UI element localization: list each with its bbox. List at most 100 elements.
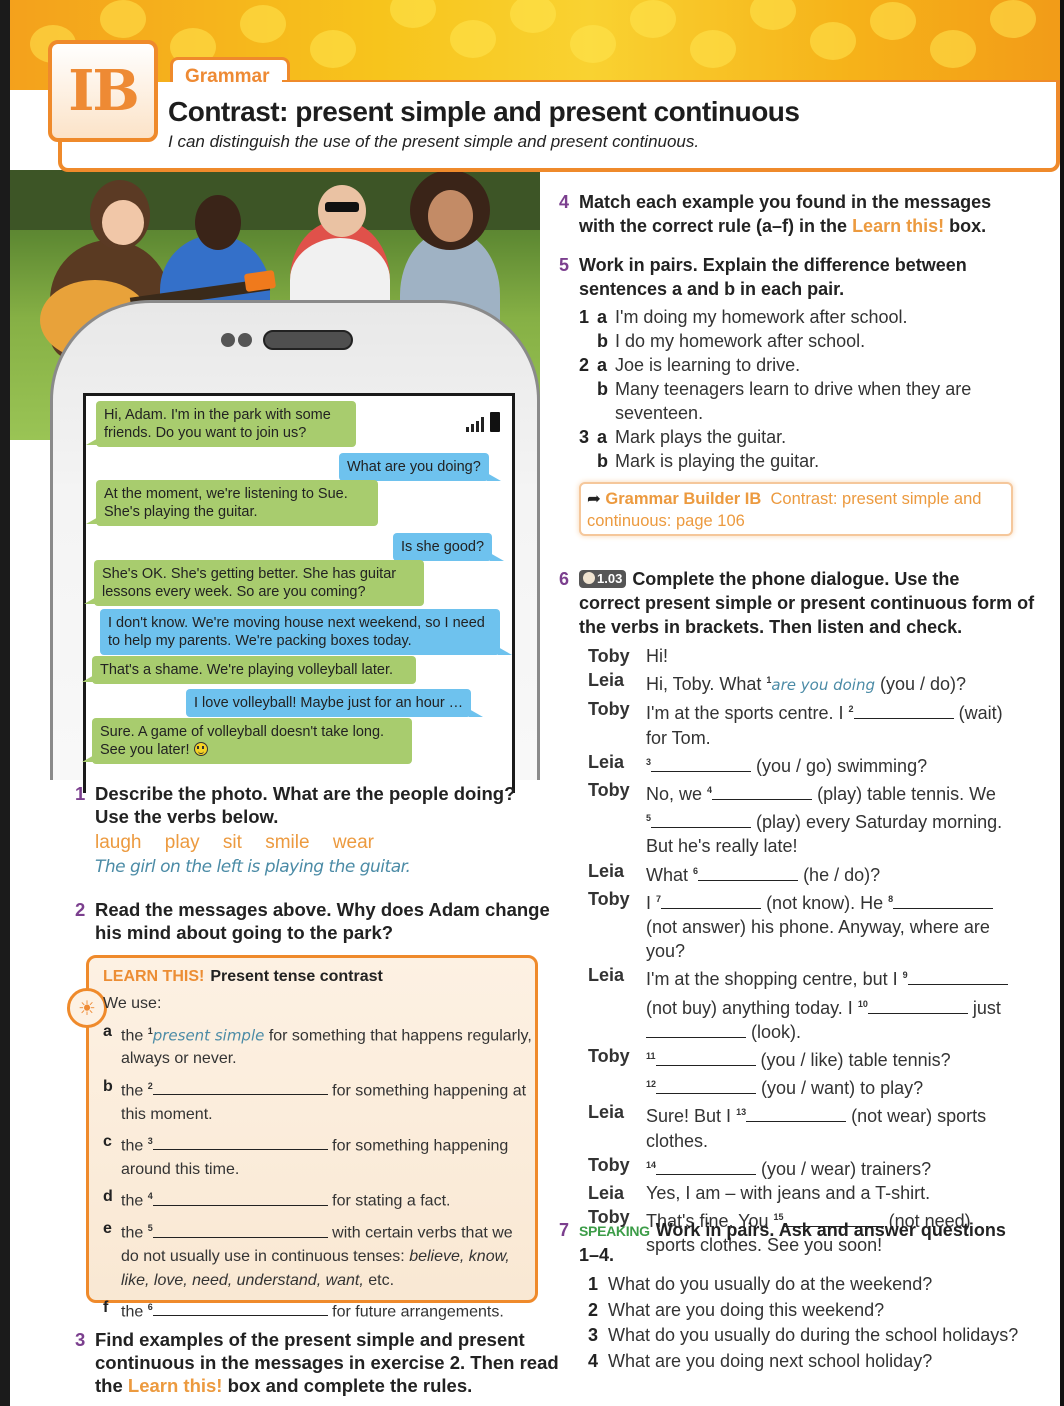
verb-list: laugh play sit smile wear (95, 832, 392, 854)
page-edge (1060, 0, 1064, 1406)
answer-blank[interactable] (661, 893, 762, 909)
exercise-instruction: correct present simple or present contin… (579, 593, 1035, 613)
dialogue-line: Leia What 6 (he / do)? (588, 860, 881, 885)
learn-this-title: Present tense contrast (210, 968, 383, 985)
unit-label: IB (68, 58, 140, 124)
message-text: Sure. A game of volleyball doesn't take … (100, 724, 385, 758)
answer-blank[interactable] (152, 1079, 328, 1096)
exercise-number: 4 (559, 192, 570, 212)
dialogue-line: Toby 14 (you / wear) trainers? (588, 1154, 932, 1179)
verb-item: laugh (95, 832, 142, 853)
answer-blank[interactable] (893, 893, 994, 909)
verb-item: sit (222, 832, 242, 853)
message-bubble-incoming: She's OK. She's getting better. She has … (84, 560, 424, 606)
exercise-number: 1 (75, 783, 86, 804)
exercise-instruction: with the correct rule (a–f) in the Learn… (579, 216, 987, 236)
verb-item: wear (332, 832, 375, 853)
sentence-pairs: 1 a I'm doing my homework after school. bI… (579, 305, 971, 473)
exercise-instruction: Read the messages above. Why does Adam c… (95, 899, 550, 920)
exercise-4: 4 Match each example you found in the me… (559, 190, 1049, 238)
answer-blank[interactable] (867, 998, 968, 1014)
phone-dialogue: Toby Hi! Leia Hi, Toby. What 1are you doin… (588, 644, 1038, 1258)
exercise-5: 5 Work in pairs. Explain the difference … (559, 253, 1049, 301)
exercise-2: 2 Read the messages above. Why does Adam… (75, 898, 550, 944)
answer-blank[interactable] (907, 969, 1008, 986)
answer-blank[interactable] (656, 1159, 757, 1175)
dialogue-line-cont: for Tom. (646, 727, 711, 748)
exercise-instruction: Find examples of the present simple and … (95, 1329, 525, 1350)
question-item: 4 What are you doing next school holiday? (588, 1350, 933, 1371)
dialogue-line: Toby No, we 4 (play) table tennis. We (588, 780, 996, 805)
answer-blank[interactable] (152, 1222, 328, 1238)
rule-b: b the 2 for something happening at this … (103, 1077, 527, 1123)
answer-blank[interactable] (655, 1050, 756, 1067)
learn-this-label: LEARN THIS! (103, 968, 205, 985)
exercise-instruction: Work in pairs. Explain the difference be… (579, 255, 967, 275)
exercise-3: 3 Find examples of the present simple an… (75, 1328, 559, 1397)
answer-blank[interactable] (651, 812, 752, 829)
rule-c: c the 3 for something happening around t… (103, 1133, 509, 1178)
header-banner (10, 0, 1064, 90)
filled-answer: present simple (152, 1025, 265, 1044)
dialogue-line-cont: But he's really late! (646, 836, 798, 857)
exercise-instruction: Use the verbs below. (95, 806, 279, 827)
rules-intro: We use: (103, 995, 162, 1012)
exercise-number: 2 (75, 899, 86, 920)
example-answer: The girl on the left is playing the guit… (95, 857, 411, 877)
answer-blank[interactable] (651, 756, 752, 772)
answer-blank[interactable] (656, 1078, 757, 1095)
pair-1b: bI do my homework after school. (597, 331, 866, 351)
exercise-instruction: 1.03 Complete the phone dialogue. Use the (579, 567, 1049, 591)
answer-blank[interactable] (152, 1300, 328, 1317)
filled-answer: are you doing (771, 676, 875, 695)
unit-badge: IB (48, 40, 158, 142)
battery-icon (490, 412, 500, 432)
exercise-6: 6 1.03 Complete the phone dialogue. Use t… (559, 567, 1049, 639)
phone-speaker (263, 330, 353, 350)
textbook-page: Grammar IB Contrast: present simple and … (10, 0, 1064, 1406)
answer-blank[interactable] (853, 703, 954, 720)
audio-track-button[interactable]: 1.03 (579, 570, 627, 588)
exercise-1: 1 Describe the photo. What are the peopl… (75, 782, 516, 828)
grammar-builder-reference[interactable]: ➦ Grammar Builder IB Contrast: present s… (579, 482, 1013, 536)
page-title: Contrast: present simple and present con… (168, 96, 800, 127)
question-item: 2 What are you doing this weekend? (588, 1299, 885, 1320)
answer-blank[interactable] (746, 1106, 847, 1123)
pair-2a: 2 a Joe is learning to drive. (579, 355, 801, 375)
speaking-questions: 1 What do you usually do at the weekend? … (588, 1272, 1018, 1374)
learn-this-link: Learn this! (127, 1375, 223, 1396)
answer-blank[interactable] (698, 865, 799, 881)
message-bubble-outgoing: I don't know. We're moving house next we… (100, 609, 512, 655)
exercise-instruction: continuous in the messages in exercise 2… (95, 1352, 559, 1373)
grammar-builder-label: Grammar Builder IB (605, 490, 762, 508)
learn-this-link: Learn this! (852, 216, 945, 236)
rule-f: f the 6 for future arrangements. (103, 1299, 504, 1321)
exercise-instruction: the verbs in brackets. Then listen and c… (579, 617, 963, 637)
speaking-tag: SPEAKING (579, 1223, 650, 1239)
dialogue-line: Leia Sure! But I 13 (not wear) sports (588, 1102, 987, 1127)
dialogue-line: Toby I 7 (not know). He 8 (588, 887, 1038, 915)
answer-blank[interactable] (152, 1134, 328, 1151)
dialogue-line: Leia 3 (you / go) swimming? (588, 751, 928, 776)
message-bubble-outgoing: What are you doing? (339, 453, 501, 481)
question-item: 1 What do you usually do at the weekend? (588, 1274, 933, 1294)
answer-blank[interactable] (712, 784, 813, 801)
exercise-number: 6 (559, 569, 570, 589)
dialogue-line: Toby 11 (you / like) table tennis? (588, 1046, 951, 1071)
rule-a: a the 1present simple for something that… (103, 1022, 532, 1068)
dialogue-line-cont: you? (646, 941, 686, 962)
pair-3a: 3 a Mark plays the guitar. (579, 427, 787, 447)
dialogue-line: Toby Hi! (588, 646, 668, 666)
message-bubble-incoming: At the moment, we're listening to Sue. S… (86, 480, 378, 526)
verb-item: play (164, 832, 200, 853)
dialogue-line-cont: 12 (you / want) to play? (646, 1078, 924, 1099)
answer-blank[interactable] (646, 1022, 746, 1038)
learn-this-box: ☀ LEARN THIS! Present tense contrast We u… (67, 955, 538, 1320)
exercise-instruction: Match each example you found in the mess… (579, 192, 992, 212)
dialogue-line-cont: (look). (588, 1020, 1038, 1044)
verb-item: smile (265, 832, 310, 853)
pair-2b-cont: seventeen. (615, 403, 704, 423)
phone-camera-dot (221, 333, 235, 347)
exercise-instruction: Describe the photo. What are the people … (95, 783, 516, 804)
answer-blank[interactable] (152, 1190, 328, 1206)
